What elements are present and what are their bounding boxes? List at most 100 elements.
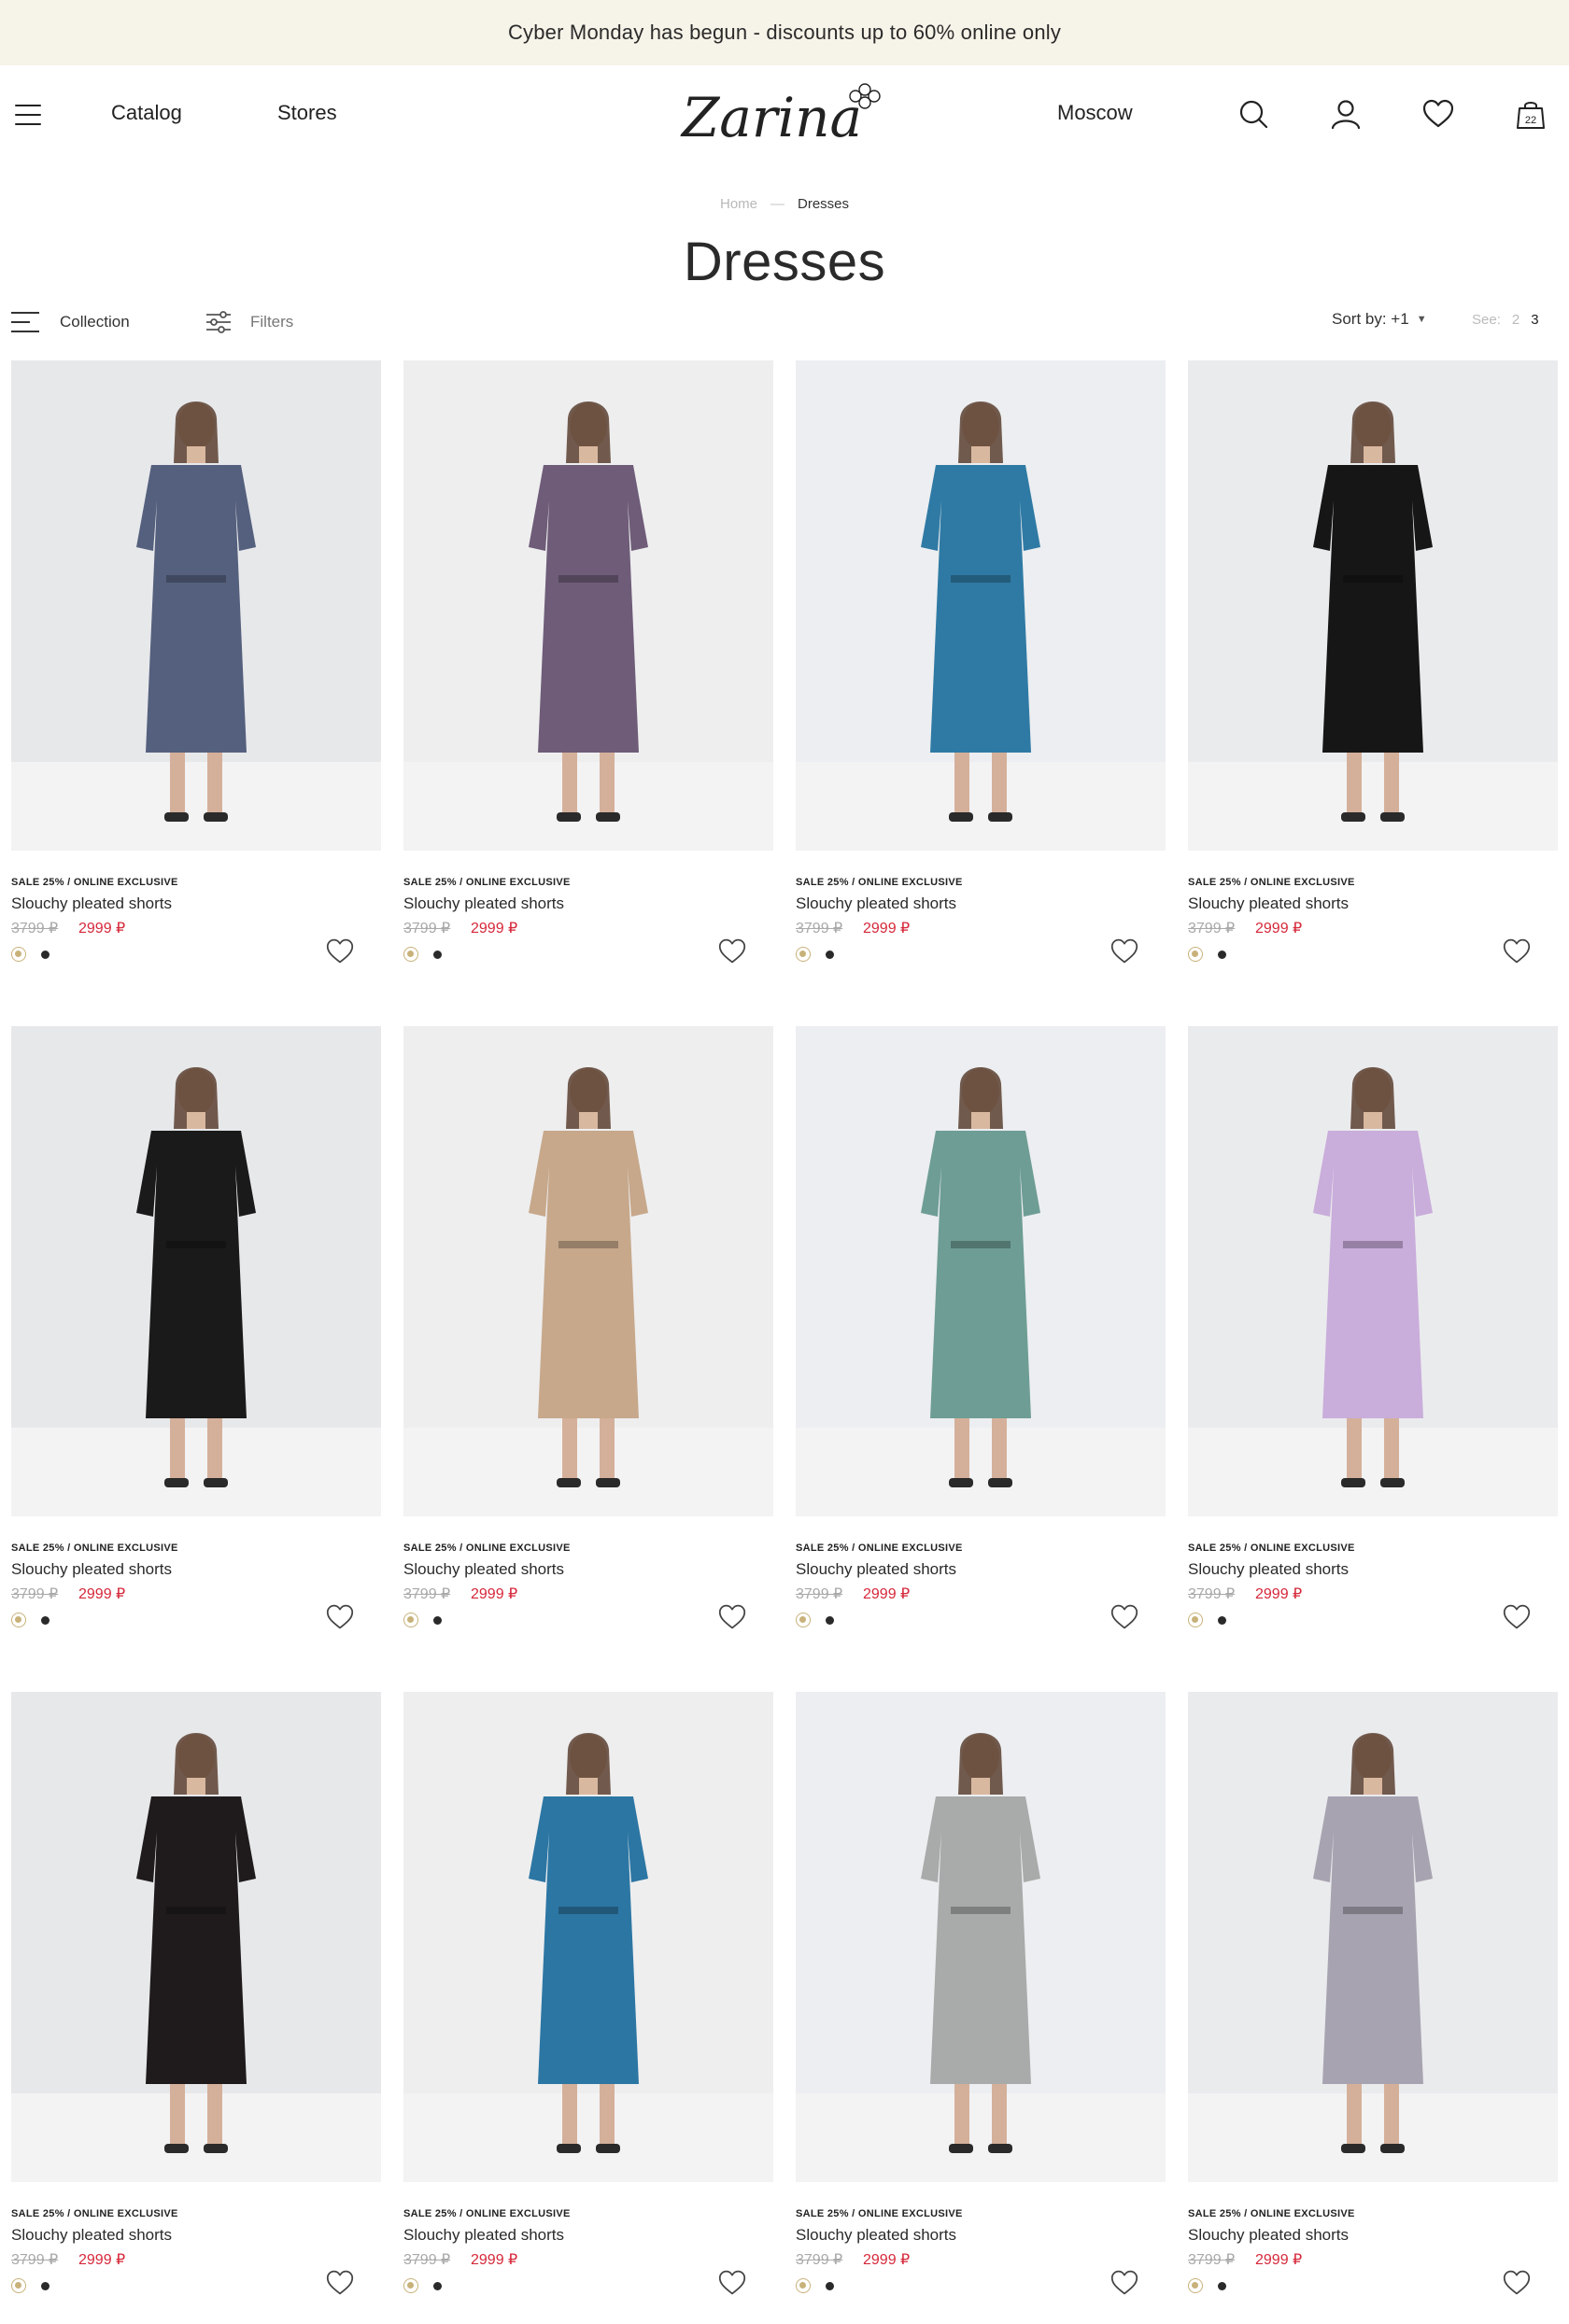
product-photo[interactable] [796,1026,1166,1516]
product-name[interactable]: Slouchy pleated shorts [1188,1560,1349,1579]
logo[interactable]: Zarina [678,71,902,155]
favorite-heart-icon[interactable] [1502,1603,1532,1631]
favorite-heart-icon[interactable] [717,1603,747,1631]
product-name[interactable]: Slouchy pleated shorts [796,1560,956,1579]
color-swatch[interactable] [433,951,442,959]
product-photo[interactable] [403,1692,773,2182]
product-name[interactable]: Slouchy pleated shorts [403,2226,564,2245]
color-swatch-selected[interactable] [11,1613,26,1627]
collection-button[interactable]: Collection [11,308,130,336]
favorite-heart-icon[interactable] [325,1603,355,1631]
color-swatch[interactable] [41,1616,49,1625]
product-name[interactable]: Slouchy pleated shorts [403,894,564,913]
product-name[interactable]: Slouchy pleated shorts [796,894,956,913]
product-photo[interactable] [1188,1692,1558,2182]
color-swatch-selected[interactable] [403,1613,418,1627]
promo-text: Cyber Monday has begun - discounts up to… [507,21,1062,44]
color-swatch-selected[interactable] [403,2278,418,2293]
color-swatch-selected[interactable] [1188,947,1203,962]
product-card[interactable]: SALE 25% / ONLINE EXCLUSIVE Slouchy plea… [11,1026,381,1692]
filters-button[interactable]: Filters [205,308,293,336]
product-photo[interactable] [796,360,1166,851]
product-card[interactable]: SALE 25% / ONLINE EXCLUSIVE Slouchy plea… [11,1692,381,2324]
site-header: Catalog Stores Zarina Moscow 22 [0,65,1569,162]
product-name[interactable]: Slouchy pleated shorts [1188,894,1349,913]
product-card[interactable]: SALE 25% / ONLINE EXCLUSIVE Slouchy plea… [11,360,381,1026]
product-card[interactable]: SALE 25% / ONLINE EXCLUSIVE Slouchy plea… [403,1026,773,1692]
product-photo[interactable] [11,360,381,851]
product-card[interactable]: SALE 25% / ONLINE EXCLUSIVE Slouchy plea… [796,1026,1166,1692]
color-swatch[interactable] [433,1616,442,1625]
color-swatch-selected[interactable] [1188,2278,1203,2293]
product-photo[interactable] [403,1026,773,1516]
nav-stores[interactable]: Stores [277,101,337,125]
color-swatch[interactable] [41,951,49,959]
dress-belt [166,575,226,583]
product-card[interactable]: SALE 25% / ONLINE EXCLUSIVE Slouchy plea… [796,1692,1166,2324]
color-swatch-selected[interactable] [1188,1613,1203,1627]
color-swatch[interactable] [1218,951,1226,959]
favorite-heart-icon[interactable] [325,937,355,965]
color-swatch[interactable] [1218,1616,1226,1625]
dress-belt [558,575,618,583]
see-option-3[interactable]: 3 [1531,312,1538,328]
product-name[interactable]: Slouchy pleated shorts [11,894,172,913]
city-selector[interactable]: Moscow [1057,101,1133,125]
favorite-heart-icon[interactable] [1502,937,1532,965]
search-icon[interactable] [1237,97,1270,131]
product-photo[interactable] [403,360,773,851]
product-old-price: 3799 ₽ [1188,2252,1236,2268]
heart-icon[interactable] [1421,97,1455,131]
sort-dropdown[interactable]: Sort by: +1 ▼ [1332,310,1427,329]
favorite-heart-icon[interactable] [1110,1603,1139,1631]
favorite-heart-icon[interactable] [717,937,747,965]
color-swatch-selected[interactable] [796,2278,811,2293]
product-badge: SALE 25% / ONLINE EXCLUSIVE [1188,2208,1355,2219]
favorite-heart-icon[interactable] [1502,2269,1532,2297]
promo-banner: Cyber Monday has begun - discounts up to… [0,0,1569,65]
product-photo[interactable] [796,1692,1166,2182]
color-swatch-selected[interactable] [796,1613,811,1627]
product-old-price: 3799 ₽ [11,921,59,937]
color-swatch[interactable] [41,2282,49,2290]
color-swatch-selected[interactable] [796,947,811,962]
cart-icon[interactable]: 22 [1514,97,1548,131]
product-name[interactable]: Slouchy pleated shorts [1188,2226,1349,2245]
product-name[interactable]: Slouchy pleated shorts [11,2226,172,2245]
product-card[interactable]: SALE 25% / ONLINE EXCLUSIVE Slouchy plea… [1188,1692,1558,2324]
product-card[interactable]: SALE 25% / ONLINE EXCLUSIVE Slouchy plea… [1188,360,1558,1026]
product-badge: SALE 25% / ONLINE EXCLUSIVE [1188,877,1355,888]
user-icon[interactable] [1329,97,1363,131]
product-card[interactable]: SALE 25% / ONLINE EXCLUSIVE Slouchy plea… [403,1692,773,2324]
product-name[interactable]: Slouchy pleated shorts [796,2226,956,2245]
product-old-price: 3799 ₽ [1188,1586,1236,1602]
favorite-heart-icon[interactable] [325,2269,355,2297]
color-swatch-selected[interactable] [11,947,26,962]
product-card[interactable]: SALE 25% / ONLINE EXCLUSIVE Slouchy plea… [1188,1026,1558,1692]
breadcrumb-current: Dresses [798,196,850,212]
product-sale-price: 2999 ₽ [78,1586,126,1602]
color-swatch-selected[interactable] [403,947,418,962]
color-swatch[interactable] [433,2282,442,2290]
color-swatch-selected[interactable] [11,2278,26,2293]
favorite-heart-icon[interactable] [717,2269,747,2297]
color-swatch[interactable] [826,2282,834,2290]
favorite-heart-icon[interactable] [1110,937,1139,965]
hamburger-icon[interactable] [15,105,41,125]
favorite-heart-icon[interactable] [1110,2269,1139,2297]
product-name[interactable]: Slouchy pleated shorts [403,1560,564,1579]
product-photo[interactable] [1188,1026,1558,1516]
product-name[interactable]: Slouchy pleated shorts [11,1560,172,1579]
color-swatch[interactable] [826,951,834,959]
product-photo[interactable] [11,1026,381,1516]
color-swatch[interactable] [1218,2282,1226,2290]
nav-catalog[interactable]: Catalog [111,101,182,125]
product-card[interactable]: SALE 25% / ONLINE EXCLUSIVE Slouchy plea… [796,360,1166,1026]
color-swatch[interactable] [826,1616,834,1625]
see-option-2[interactable]: 2 [1512,312,1520,328]
product-photo[interactable] [1188,360,1558,851]
product-photo[interactable] [11,1692,381,2182]
breadcrumb-home[interactable]: Home [720,196,757,212]
product-card[interactable]: SALE 25% / ONLINE EXCLUSIVE Slouchy plea… [403,360,773,1026]
dress-belt [951,575,1011,583]
